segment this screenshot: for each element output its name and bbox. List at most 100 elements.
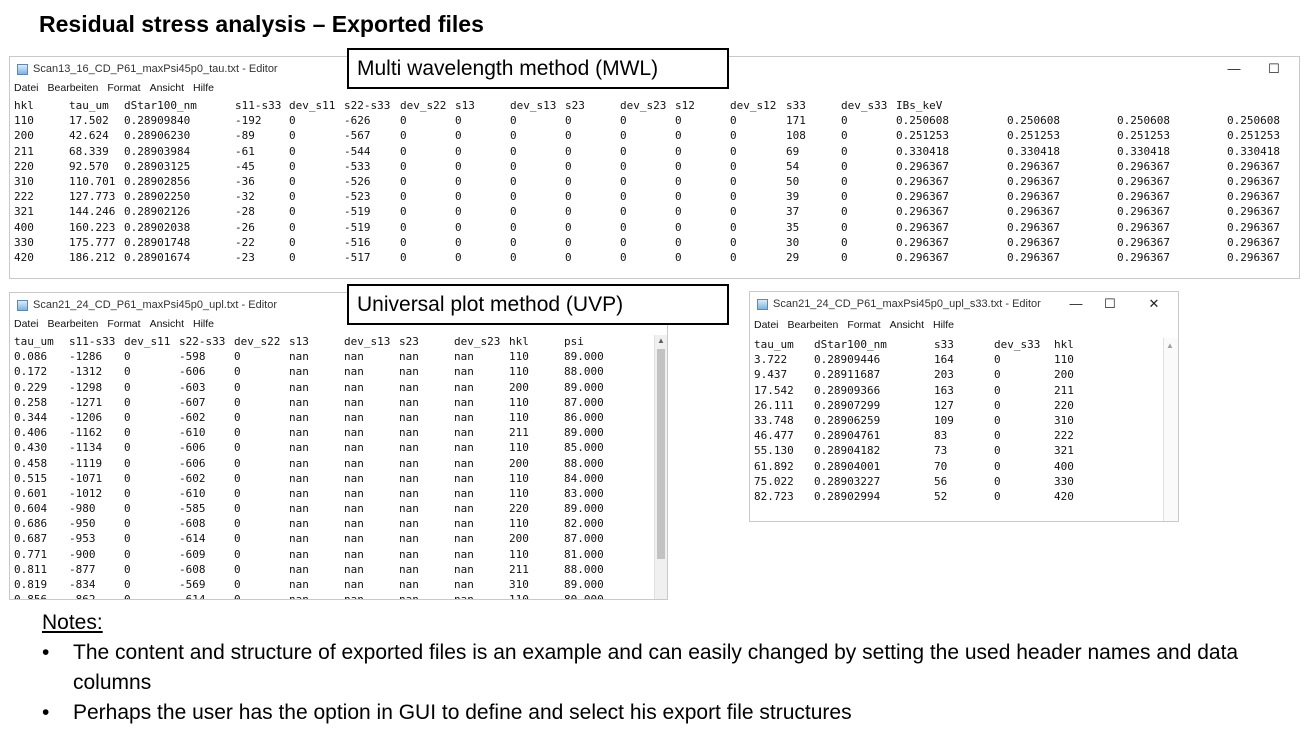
vertical-scrollbar[interactable]: ▲ — [654, 335, 667, 599]
menu-hilfe[interactable]: Hilfe — [193, 82, 214, 94]
maximize-button[interactable]: ☐ — [1100, 294, 1120, 314]
table-cell: 0.296367 — [896, 190, 949, 204]
table-cell: 144.246 — [69, 205, 116, 219]
column-header: s13 — [289, 335, 309, 348]
menu-datei[interactable]: Datei — [754, 319, 779, 331]
table-cell: 0.296367 — [1007, 159, 1060, 173]
menu-format[interactable]: Format — [107, 318, 140, 330]
table-cell: 211 — [1054, 383, 1074, 397]
table-cell: nan — [399, 547, 419, 561]
table-cell: nan — [399, 578, 419, 591]
table-row: 55.130 0.28904182 73 0 321 — [754, 443, 1178, 458]
menu-bearbeiten[interactable]: Bearbeiten — [48, 318, 99, 330]
maximize-button[interactable]: ☐ — [1264, 59, 1284, 79]
table-cell: 0 — [841, 220, 848, 234]
minimize-button[interactable]: — — [1224, 59, 1244, 79]
table-cell: nan — [289, 593, 309, 600]
table-cell: -519 — [344, 220, 371, 234]
column-header: s12 — [675, 99, 695, 112]
text-area[interactable]: tau_um s11-s33 dev_s11 s22-s33 dev_s22 s13 dev… — [10, 334, 667, 600]
menu-datei[interactable]: Datei — [14, 318, 39, 330]
table-cell: 42.624 — [69, 129, 109, 143]
table-cell: nan — [289, 365, 309, 379]
table-cell: 0 — [455, 235, 462, 249]
window-titlebar[interactable]: Scan21_24_CD_P61_maxPsi45p0_upl_s33.txt … — [750, 292, 1178, 319]
table-cell: 0 — [675, 144, 682, 158]
table-cell: 0.28909446 — [814, 353, 881, 367]
table-cell: 0.296367 — [896, 159, 949, 173]
table-cell: 0.330418 — [1117, 144, 1170, 158]
table-cell: -26 — [235, 220, 255, 234]
column-header: dev_s22 — [400, 99, 447, 112]
table-cell: 0 — [730, 144, 737, 158]
menu-datei[interactable]: Datei — [14, 82, 39, 94]
table-cell: 0.28902038 — [124, 220, 191, 234]
table-row: 420 186.212 0.28901674 -23 0 -517 0 0 0 0 0 0 0 29 0 0.… — [14, 250, 1299, 265]
table-cell: nan — [399, 593, 419, 600]
menu-bearbeiten[interactable]: Bearbeiten — [48, 82, 99, 94]
table-cell: -61 — [235, 144, 255, 158]
table-cell: 0.296367 — [1117, 190, 1170, 204]
table-cell: 0 — [400, 144, 407, 158]
table-cell: nan — [289, 502, 309, 516]
column-header: dev_s22 — [234, 335, 281, 348]
menu-ansicht[interactable]: Ansicht — [150, 318, 184, 330]
menu-ansicht[interactable]: Ansicht — [890, 319, 924, 331]
vertical-scrollbar[interactable]: ▲ — [1163, 338, 1178, 521]
table-cell: 127.773 — [69, 190, 116, 204]
table-cell: 0 — [455, 190, 462, 204]
table-cell: 0 — [289, 190, 296, 204]
table-cell: 0.251253 — [896, 129, 949, 143]
table-cell: nan — [344, 350, 364, 364]
table-cell: 420 — [1054, 489, 1074, 503]
scroll-up-icon[interactable]: ▲ — [655, 335, 667, 347]
menu-format[interactable]: Format — [847, 319, 880, 331]
table-cell: 0.296367 — [1007, 174, 1060, 188]
table-cell: 220 — [1054, 398, 1074, 412]
table-cell: 61.892 — [754, 459, 794, 473]
table-cell: 0.330418 — [1227, 144, 1280, 158]
table-cell: 0 — [565, 144, 572, 158]
menu-format[interactable]: Format — [107, 82, 140, 94]
menu-ansicht[interactable]: Ansicht — [150, 82, 184, 94]
menu-hilfe[interactable]: Hilfe — [193, 318, 214, 330]
text-area[interactable]: hkl tau_um dStar100_nm s11-s33 dev_s11 s22-s3… — [10, 98, 1299, 265]
table-cell: 0.28901748 — [124, 235, 191, 249]
table-cell: 0.172 — [14, 365, 48, 379]
table-cell: 0.458 — [14, 456, 48, 470]
table-cell: 110 — [1054, 353, 1074, 367]
table-cell: 0 — [994, 429, 1001, 443]
table-cell: 0 — [994, 398, 1001, 412]
table-cell: 0 — [994, 459, 1001, 473]
menu-bearbeiten[interactable]: Bearbeiten — [788, 319, 839, 331]
table-cell: 110 — [509, 410, 529, 424]
table-cell: nan — [344, 486, 364, 500]
table-cell: 0 — [510, 250, 517, 264]
text-area[interactable]: tau_um dStar100_nm s33 dev_s33 hkl 3.722 0.289… — [750, 337, 1178, 504]
table-cell: -980 — [69, 502, 96, 516]
table-cell: 0 — [124, 426, 131, 440]
column-header: s23 — [565, 99, 585, 112]
table-cell: nan — [289, 578, 309, 591]
table-cell: 0 — [730, 129, 737, 143]
table-cell: 0 — [234, 426, 241, 440]
table-cell: nan — [289, 547, 309, 561]
table-cell: 0 — [620, 174, 627, 188]
table-cell: 400 — [14, 220, 34, 234]
table-cell: 0 — [455, 205, 462, 219]
close-button[interactable]: ✕ — [1144, 294, 1164, 314]
scroll-up-icon[interactable]: ▲ — [1164, 340, 1176, 352]
table-cell: 0 — [124, 502, 131, 516]
table-cell: 29 — [786, 250, 800, 264]
table-cell: 0.430 — [14, 441, 48, 455]
table-cell: nan — [344, 410, 364, 424]
table-cell: 0.296367 — [896, 174, 949, 188]
menu-hilfe[interactable]: Hilfe — [933, 319, 954, 331]
table-row: 17.542 0.28909366 163 0 211 — [754, 383, 1178, 398]
table-cell: 0.406 — [14, 426, 48, 440]
minimize-button[interactable]: — — [1066, 294, 1086, 314]
table-cell: 0 — [510, 190, 517, 204]
scrollbar-thumb[interactable] — [657, 349, 665, 559]
page-title: Residual stress analysis – Exported file… — [39, 11, 484, 37]
table-cell: 110 — [509, 365, 529, 379]
